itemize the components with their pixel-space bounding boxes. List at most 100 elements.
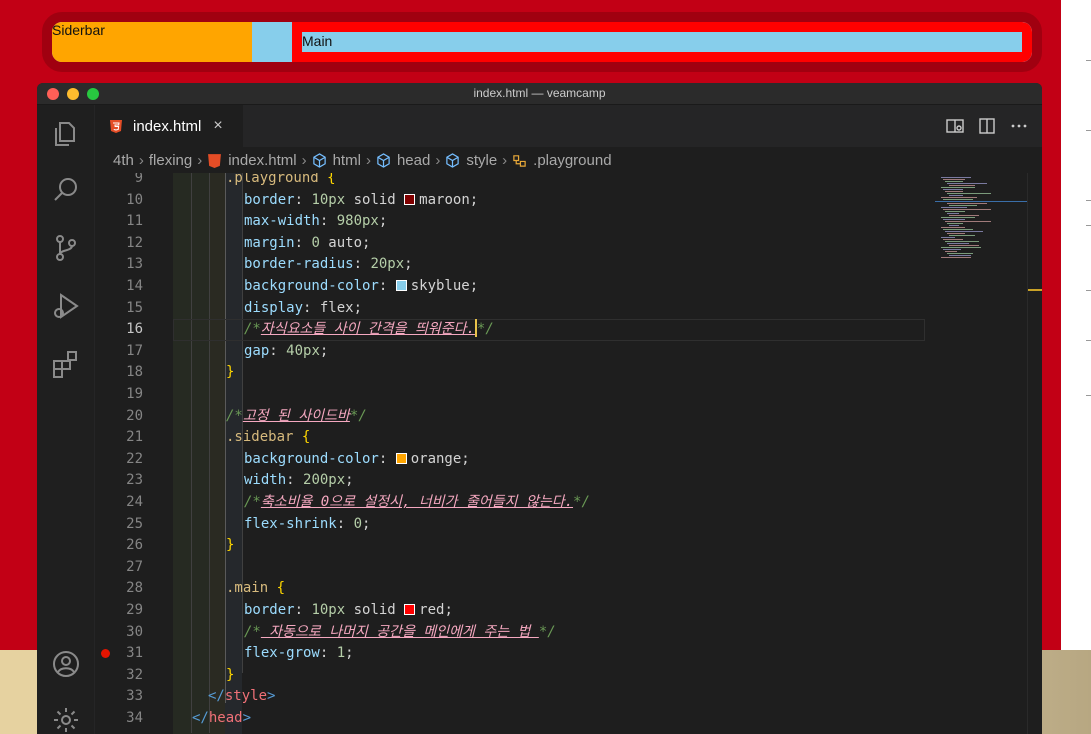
split-editor-icon[interactable]: [978, 117, 996, 135]
preview-main: Main: [292, 22, 1032, 62]
code-text: width: 200px;: [244, 472, 354, 489]
code-line[interactable]: 19: [95, 384, 935, 406]
explorer-icon[interactable]: [51, 119, 81, 149]
breadcrumb-item[interactable]: style: [466, 152, 497, 169]
right-edge-window: [1061, 0, 1091, 655]
line-number: 33: [126, 688, 143, 705]
code-line[interactable]: 18}: [95, 362, 935, 384]
source-control-icon[interactable]: [51, 233, 81, 263]
color-swatch[interactable]: [395, 452, 407, 464]
code-line[interactable]: 15 display: flex;: [95, 298, 935, 320]
chevron-right-icon: ›: [138, 151, 144, 169]
color-swatch[interactable]: [395, 280, 407, 291]
search-icon[interactable]: [51, 175, 81, 205]
code-line[interactable]: 30 /* 자동으로 나머지 공간을 메인에게 주는 법 */: [95, 622, 935, 644]
code-line[interactable]: 11 max-width: 980px;: [95, 211, 935, 233]
code-line[interactable]: 26}: [95, 535, 935, 557]
code-line[interactable]: 13 border-radius: 20px;: [95, 254, 935, 276]
line-number: 18: [126, 364, 143, 381]
breadcrumb-item[interactable]: .playground: [533, 152, 611, 169]
code-text: }: [226, 364, 235, 381]
more-actions-icon[interactable]: [1010, 117, 1028, 135]
line-number: 26: [126, 537, 143, 554]
run-debug-icon[interactable]: [51, 291, 81, 321]
html5-file-icon: [110, 120, 122, 133]
line-number: 29: [126, 602, 143, 618]
color-swatch[interactable]: [404, 604, 416, 615]
code-line[interactable]: 21 .sidebar {: [95, 427, 935, 449]
breadcrumb-item[interactable]: html: [333, 152, 361, 169]
code-text: /*고정 된 사이드바*/: [226, 407, 367, 424]
chevron-right-icon: ›: [365, 151, 371, 169]
code-text: border: 10px solid red;: [244, 602, 453, 618]
code-text: /* 자동으로 나머지 공간을 메인에게 주는 법 */: [244, 623, 556, 640]
code-line[interactable]: 22 background-color: orange;: [95, 449, 935, 471]
line-number: 11: [126, 213, 143, 230]
code-line[interactable]: 32}: [95, 665, 935, 687]
code-line[interactable]: 9 .playground {: [95, 173, 935, 190]
chevron-right-icon: ›: [435, 151, 441, 169]
line-number: 30: [126, 623, 143, 640]
settings-gear-icon[interactable]: [51, 705, 81, 734]
line-number: 12: [126, 234, 143, 251]
line-number: 22: [126, 450, 143, 467]
breadcrumb-item[interactable]: head: [397, 152, 430, 169]
line-number: 24: [126, 494, 143, 510]
line-number: 31: [126, 645, 143, 662]
code-text: background-color: skyblue;: [244, 278, 479, 294]
account-icon[interactable]: [51, 649, 81, 679]
code-line[interactable]: 33 </style>: [95, 686, 935, 708]
code-text: flex-grow: 1;: [244, 645, 354, 662]
line-number: 14: [126, 278, 143, 294]
code-text: /*축소비율 0으로 설정시, 너비가 줄어들지 않는다.*/: [244, 494, 590, 510]
code-line[interactable]: 27: [95, 557, 935, 579]
breadcrumb: 4th › flexing › index.html › html › head…: [95, 147, 1042, 173]
line-number: 9: [134, 173, 143, 186]
code-editor[interactable]: 9 .playground { 10 border: 10px solid maroo…: [95, 173, 935, 734]
line-number: 25: [126, 515, 143, 532]
cube-icon: [446, 152, 460, 168]
code-text: margin: 0 auto;: [244, 234, 371, 251]
code-line[interactable]: 14 background-color: skyblue;: [95, 276, 935, 298]
code-line[interactable]: 28 .main {: [95, 578, 935, 600]
color-swatch[interactable]: [404, 193, 416, 205]
code-line[interactable]: 31 flex-grow: 1;: [95, 643, 935, 665]
code-text: background-color: orange;: [244, 450, 470, 467]
code-line[interactable]: 25 flex-shrink: 0;: [95, 514, 935, 536]
code-text: </head>: [192, 710, 252, 726]
chevron-right-icon: ›: [502, 151, 508, 169]
breadcrumb-item[interactable]: index.html: [228, 152, 296, 169]
code-line[interactable]: 12 margin: 0 auto;: [95, 233, 935, 255]
tab-index-html[interactable]: index.html ×: [95, 105, 243, 147]
code-line[interactable]: 20 /*고정 된 사이드바*/: [95, 406, 935, 428]
line-number: 16: [126, 321, 143, 338]
code-line[interactable]: 29 border: 10px solid red;: [95, 600, 935, 622]
code-text: gap: 40px;: [244, 342, 329, 359]
breadcrumb-item[interactable]: 4th: [113, 152, 134, 169]
line-number: 17: [126, 342, 143, 359]
line-number: 10: [126, 191, 143, 208]
code-text: border-radius: 20px;: [244, 256, 413, 273]
code-line[interactable]: 34 </head>: [95, 708, 935, 730]
code-line[interactable]: 17 gap: 40px;: [95, 341, 935, 363]
line-number: 21: [126, 429, 143, 446]
title-bar: index.html — veamcamp: [37, 83, 1042, 105]
code-line[interactable]: 24 /*축소비율 0으로 설정시, 너비가 줄어들지 않는다.*/: [95, 492, 935, 514]
open-preview-icon[interactable]: [946, 117, 964, 135]
vertical-scrollbar[interactable]: [1027, 173, 1042, 734]
code-line[interactable]: 10 border: 10px solid maroon;: [95, 190, 935, 212]
code-text: }: [226, 537, 235, 554]
code-text: .main {: [226, 580, 286, 597]
minimap[interactable]: [935, 173, 1027, 734]
code-text: flex-shrink: 0;: [244, 515, 371, 532]
code-line[interactable]: 16 /*자식요소들 사이 간격을 띄워준다. */: [95, 319, 935, 341]
code-line[interactable]: 23 width: 200px;: [95, 470, 935, 492]
cube-icon: [312, 152, 326, 168]
code-text: .playground {: [226, 173, 336, 186]
preview-sidebar: Siderbar: [52, 22, 252, 62]
vscode-window: index.html — veamcamp index.html × 4th ›…: [37, 83, 1042, 734]
window-title: index.html — veamcamp: [473, 86, 606, 100]
close-tab-icon[interactable]: ×: [213, 117, 222, 135]
breadcrumb-item[interactable]: flexing: [149, 152, 192, 169]
extensions-icon[interactable]: [51, 349, 81, 379]
